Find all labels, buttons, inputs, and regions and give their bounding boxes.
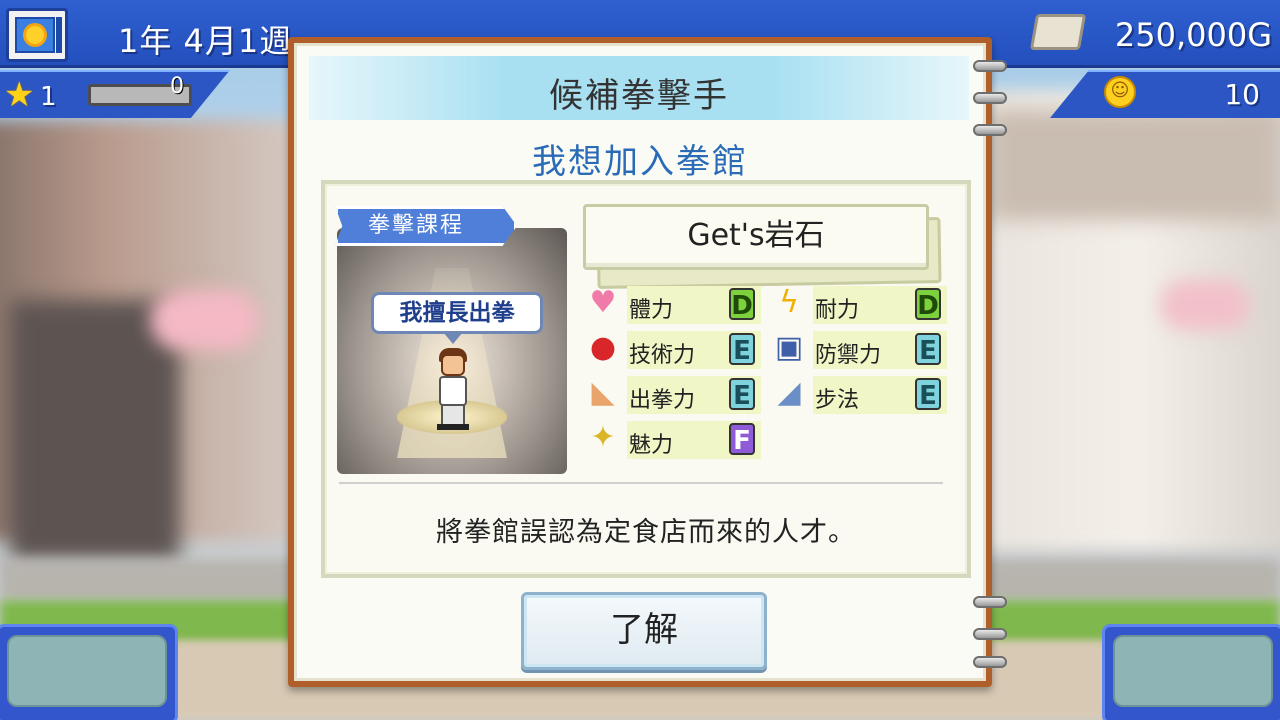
stat-label: 出拳力 bbox=[629, 388, 696, 413]
fans-count: 10 bbox=[1224, 78, 1260, 111]
stat-row: ● 技術力 E bbox=[583, 329, 765, 369]
calendar-menu-button[interactable] bbox=[6, 8, 68, 62]
building-left-shadow bbox=[10, 300, 180, 560]
binder-ring-icon bbox=[973, 628, 1007, 640]
stat-cell: 出拳力 E bbox=[627, 376, 761, 414]
stat-grade: E bbox=[729, 333, 755, 366]
stat-label: 魅力 bbox=[629, 433, 674, 458]
dialog-subtitle: 我想加入拳館 bbox=[532, 142, 748, 182]
binder-ring-icon bbox=[973, 60, 1007, 72]
lightning-icon: ϟ bbox=[779, 285, 799, 320]
stat-row: ◣ 出拳力 E bbox=[583, 374, 765, 414]
stat-grade: E bbox=[729, 378, 755, 411]
money-display: 250,000G bbox=[1114, 16, 1272, 54]
exp-value: 0 bbox=[170, 74, 184, 99]
stat-grade: E bbox=[915, 333, 941, 366]
bottom-left-button[interactable] bbox=[0, 624, 178, 720]
stat-cell: 耐力 D bbox=[813, 286, 947, 324]
stat-grade: D bbox=[915, 288, 941, 321]
blossom-right bbox=[1160, 280, 1250, 330]
candidate-description: 將拳館誤認為定食店而來的人才。 bbox=[436, 517, 856, 548]
stat-row: ♥ 體力 D bbox=[583, 284, 765, 324]
sparkle-icon: ✦ bbox=[590, 420, 616, 455]
stat-row: ◢ 步法 E bbox=[769, 374, 951, 414]
boxer-sprite bbox=[433, 348, 473, 430]
course-tag: 拳擊課程 bbox=[335, 206, 517, 246]
stat-cell: 技術力 E bbox=[627, 331, 761, 369]
sun-icon bbox=[15, 17, 55, 53]
stat-cell: 魅力 F bbox=[627, 421, 761, 459]
stat-grade: F bbox=[729, 423, 755, 456]
binder-ring-icon bbox=[973, 656, 1007, 668]
stat-cell: 步法 E bbox=[813, 376, 947, 414]
dialog-paper: 候補拳擊手 我想加入拳館 我擅長出拳 拳擊課程 Get's岩石 ♥ 體力 Dϟ 耐力 D… bbox=[294, 43, 1007, 681]
stat-row: ✦ 魅力 F bbox=[583, 419, 765, 459]
dialog-title-bar: 候補拳擊手 bbox=[309, 56, 969, 120]
armor-icon: ▣ bbox=[774, 330, 804, 365]
rank-level: 1 bbox=[40, 82, 57, 112]
heart-icon: ♥ bbox=[589, 285, 617, 320]
money-icon bbox=[1029, 14, 1087, 50]
dialog-title: 候補拳擊手 bbox=[549, 76, 729, 116]
binder-ring-icon bbox=[973, 596, 1007, 608]
candidate-portrait: 我擅長出拳 bbox=[337, 228, 567, 474]
stat-row: ▣ 防禦力 E bbox=[769, 329, 951, 369]
ok-button[interactable]: 了解 bbox=[521, 592, 767, 670]
stat-label: 耐力 bbox=[815, 298, 860, 323]
stat-cell: 防禦力 E bbox=[813, 331, 947, 369]
stat-label: 防禦力 bbox=[815, 343, 882, 368]
shoe-icon: ◢ bbox=[777, 375, 801, 410]
stat-label: 步法 bbox=[815, 388, 860, 413]
stat-cell: 體力 D bbox=[627, 286, 761, 324]
stat-grade: D bbox=[729, 288, 755, 321]
candidate-dialog: 候補拳擊手 我想加入拳館 我擅長出拳 拳擊課程 Get's岩石 ♥ 體力 Dϟ 耐力 D… bbox=[288, 37, 1007, 687]
divider bbox=[339, 482, 943, 484]
stat-label: 體力 bbox=[629, 298, 674, 323]
flexed-arm-icon: ◣ bbox=[591, 375, 615, 410]
candidate-name: Get's岩石 bbox=[583, 204, 929, 270]
blossom-left bbox=[150, 290, 260, 350]
bottom-right-button[interactable] bbox=[1102, 624, 1280, 720]
speech-bubble: 我擅長出拳 bbox=[371, 292, 543, 334]
binder-ring-icon bbox=[973, 92, 1007, 104]
building-right-roof bbox=[990, 110, 1280, 220]
stat-row: ϟ 耐力 D bbox=[769, 284, 951, 324]
stat-label: 技術力 bbox=[629, 343, 696, 368]
star-icon: ★ bbox=[4, 75, 35, 115]
stat-grade: E bbox=[915, 378, 941, 411]
candidate-panel: 我擅長出拳 拳擊課程 Get's岩石 ♥ 體力 Dϟ 耐力 D ● 技術力 E ▣ 防禦力 E ◣ 出拳… bbox=[321, 180, 971, 578]
boxing-glove-icon: ● bbox=[589, 330, 617, 365]
date-display: 1年 4月1週 bbox=[118, 22, 293, 60]
smiley-icon: ☺ bbox=[1104, 76, 1136, 108]
